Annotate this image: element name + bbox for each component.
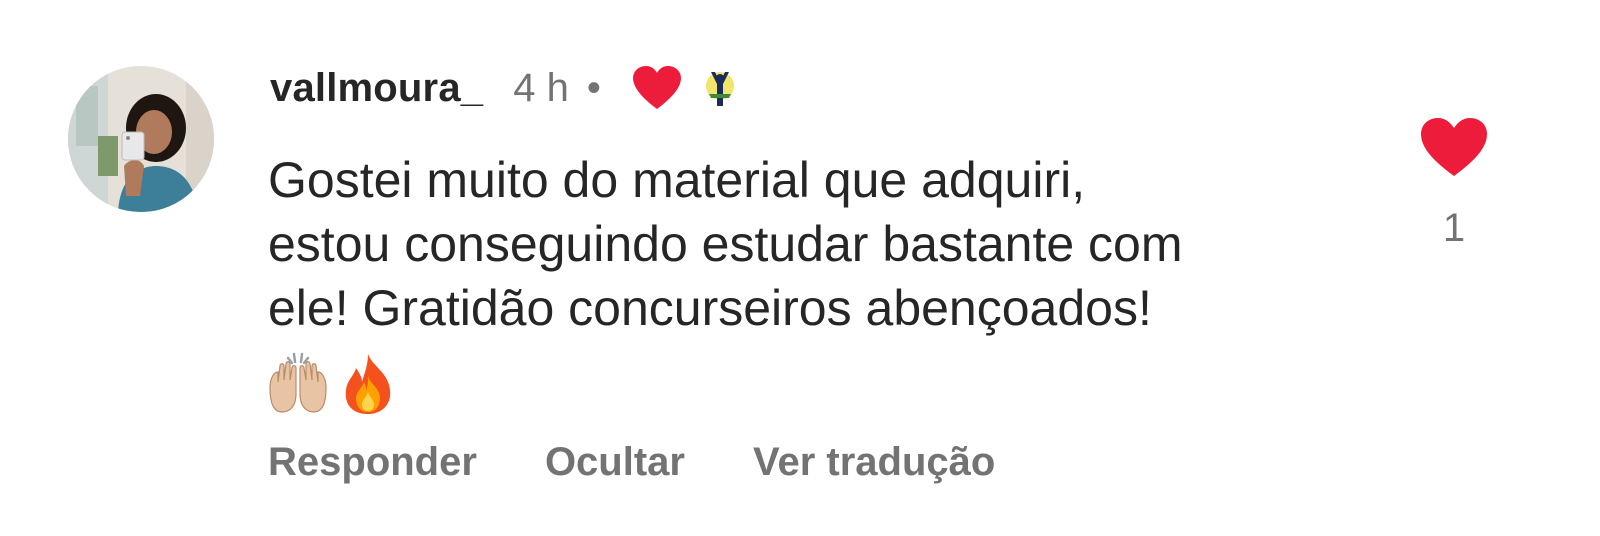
fire-emoji bbox=[336, 352, 400, 416]
reply-button[interactable]: Responder bbox=[268, 440, 477, 485]
comment-header: vallmoura_ 4 h • bbox=[270, 58, 737, 118]
hide-button[interactable]: Ocultar bbox=[545, 440, 685, 485]
like-count: 1 bbox=[1442, 206, 1466, 250]
separator-dot: • bbox=[586, 66, 601, 110]
timestamp: 4 h bbox=[513, 65, 569, 110]
creator-avatar-icon bbox=[703, 68, 737, 108]
raising-hands-emoji bbox=[266, 352, 330, 416]
comment-text: Gostei muito do material que adquiri, es… bbox=[268, 152, 1183, 336]
heart-icon[interactable] bbox=[1418, 116, 1490, 180]
comment: vallmoura_ 4 h • Gostei muito do materia… bbox=[0, 0, 1600, 536]
avatar[interactable] bbox=[68, 66, 214, 212]
translate-button[interactable]: Ver tradução bbox=[753, 440, 995, 485]
comment-emojis bbox=[266, 352, 406, 416]
like-section: 1 bbox=[1418, 116, 1490, 251]
creator-liked-heart-icon bbox=[631, 65, 683, 111]
comment-actions: Responder Ocultar Ver tradução bbox=[268, 440, 1063, 485]
username[interactable]: vallmoura_ bbox=[270, 66, 483, 111]
